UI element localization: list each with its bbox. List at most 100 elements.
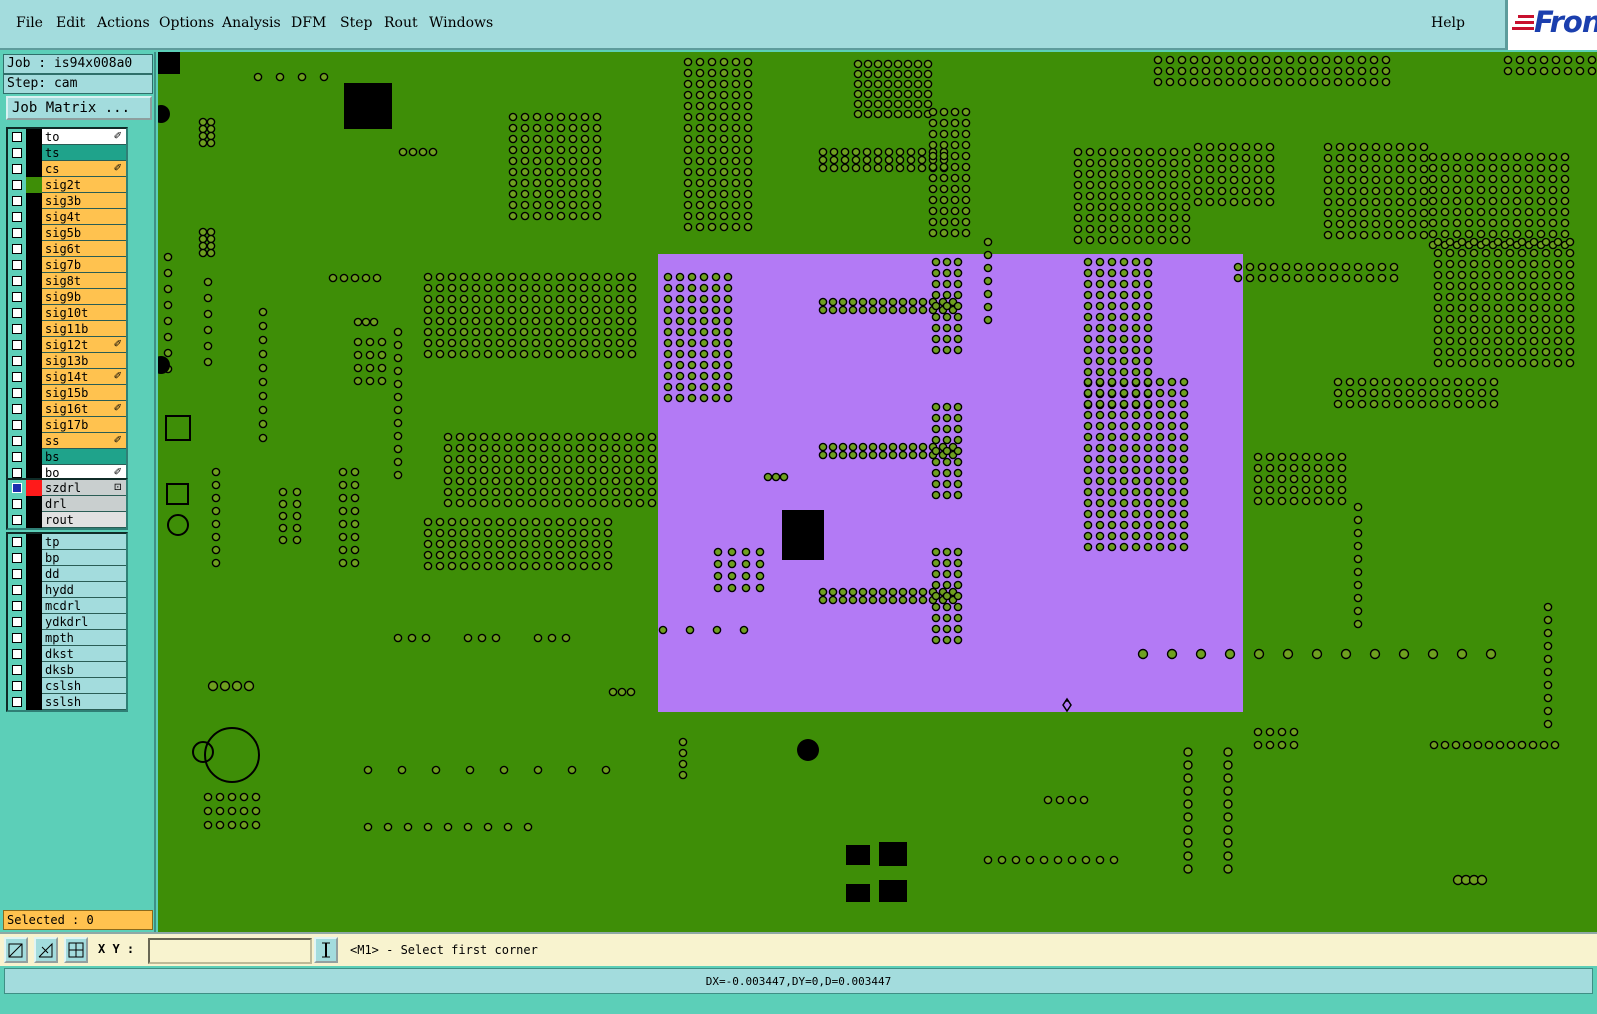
layer-checkbox[interactable]: [12, 388, 22, 398]
layer-color-swatch[interactable]: [26, 417, 42, 433]
layer-name[interactable]: dkst: [42, 646, 126, 662]
layer-row-dksb[interactable]: dksb: [8, 662, 126, 678]
layer-color-swatch[interactable]: [26, 257, 42, 273]
layer-color-swatch[interactable]: [26, 385, 42, 401]
layer-name[interactable]: ts: [42, 145, 126, 161]
layer-name[interactable]: bs: [42, 449, 126, 465]
layer-name[interactable]: rout: [42, 512, 126, 528]
layer-name[interactable]: dksb: [42, 662, 126, 678]
layer-color-swatch[interactable]: [26, 614, 42, 630]
layer-color-swatch[interactable]: [26, 337, 42, 353]
layer-color-swatch[interactable]: [26, 566, 42, 582]
layer-row-dkst[interactable]: dkst: [8, 646, 126, 662]
layer-name[interactable]: ydkdrl: [42, 614, 126, 630]
layer-name[interactable]: mpth: [42, 630, 126, 646]
graphics-canvas[interactable]: [158, 52, 1597, 932]
layer-color-swatch[interactable]: [26, 145, 42, 161]
layer-checkbox[interactable]: [12, 569, 22, 579]
layer-name[interactable]: sig5b: [42, 225, 126, 241]
layer-color-swatch[interactable]: [26, 225, 42, 241]
layer-color-swatch[interactable]: [26, 305, 42, 321]
layer-row-drl[interactable]: drl: [8, 496, 126, 512]
layer-checkbox[interactable]: [12, 537, 22, 547]
layer-row-bp[interactable]: bp: [8, 550, 126, 566]
layer-color-swatch[interactable]: [26, 480, 42, 496]
layer-name[interactable]: sig15b: [42, 385, 126, 401]
layer-color-swatch[interactable]: [26, 646, 42, 662]
layer-name[interactable]: drl: [42, 496, 126, 512]
layer-row-rout[interactable]: rout: [8, 512, 126, 528]
layer-color-swatch[interactable]: [26, 678, 42, 694]
layer-checkbox[interactable]: [12, 356, 22, 366]
layer-name[interactable]: sig13b: [42, 353, 126, 369]
layer-row-szdrl[interactable]: szdrl ⊡: [8, 480, 126, 496]
layer-row-sig6t[interactable]: sig6t: [8, 241, 126, 257]
layer-name[interactable]: mcdrl: [42, 598, 126, 614]
layer-name[interactable]: dd: [42, 566, 126, 582]
layer-row-cs[interactable]: cs ✐: [8, 161, 126, 177]
layer-checkbox[interactable]: [12, 308, 22, 318]
layer-checkbox[interactable]: [12, 340, 22, 350]
layer-checkbox[interactable]: [12, 324, 22, 334]
layer-color-swatch[interactable]: [26, 321, 42, 337]
layer-row-dd[interactable]: dd: [8, 566, 126, 582]
measure-button[interactable]: [34, 937, 58, 963]
layer-row-sslsh[interactable]: sslsh: [8, 694, 126, 710]
layer-color-swatch[interactable]: [26, 433, 42, 449]
layer-color-swatch[interactable]: [26, 694, 42, 710]
layer-color-swatch[interactable]: [26, 496, 42, 512]
text-cursor-button[interactable]: [314, 937, 338, 963]
layer-name[interactable]: sig8t: [42, 273, 126, 289]
layer-row-to[interactable]: to ✐: [8, 129, 126, 145]
layer-color-swatch[interactable]: [26, 241, 42, 257]
layer-checkbox[interactable]: [12, 292, 22, 302]
layer-name[interactable]: sig4t: [42, 209, 126, 225]
layer-row-sig10t[interactable]: sig10t: [8, 305, 126, 321]
layer-name[interactable]: sig3b: [42, 193, 126, 209]
layer-row-sig4t[interactable]: sig4t: [8, 209, 126, 225]
layer-checkbox[interactable]: [12, 585, 22, 595]
layer-row-sig8t[interactable]: sig8t: [8, 273, 126, 289]
layer-checkbox[interactable]: [12, 276, 22, 286]
menu-step[interactable]: Step: [340, 15, 372, 31]
layer-row-sig2t[interactable]: sig2t: [8, 177, 126, 193]
layer-name[interactable]: hydd: [42, 582, 126, 598]
layer-name[interactable]: sig17b: [42, 417, 126, 433]
layer-color-swatch[interactable]: [26, 662, 42, 678]
layer-checkbox[interactable]: [12, 180, 22, 190]
layer-name[interactable]: sig10t: [42, 305, 126, 321]
layer-row-sig13b[interactable]: sig13b: [8, 353, 126, 369]
layer-row-sig12t[interactable]: sig12t ✐: [8, 337, 126, 353]
xy-coordinate-input[interactable]: [148, 938, 312, 964]
menu-actions[interactable]: Actions: [97, 15, 150, 31]
layer-name[interactable]: sig11b: [42, 321, 126, 337]
layer-row-hydd[interactable]: hydd: [8, 582, 126, 598]
menu-analysis[interactable]: Analysis: [222, 15, 281, 31]
layer-row-ts[interactable]: ts: [8, 145, 126, 161]
layer-color-swatch[interactable]: [26, 129, 42, 145]
layer-color-swatch[interactable]: [26, 630, 42, 646]
layer-checkbox[interactable]: [12, 452, 22, 462]
layer-checkbox[interactable]: [12, 649, 22, 659]
layer-row-sig7b[interactable]: sig7b: [8, 257, 126, 273]
layer-name[interactable]: sslsh: [42, 694, 126, 710]
layer-row-mcdrl[interactable]: mcdrl: [8, 598, 126, 614]
layer-checkbox[interactable]: [12, 420, 22, 430]
zoom-window-button[interactable]: [4, 937, 28, 963]
layer-row-sig5b[interactable]: sig5b: [8, 225, 126, 241]
layer-color-swatch[interactable]: [26, 534, 42, 550]
layer-checkbox[interactable]: [12, 148, 22, 158]
layer-checkbox[interactable]: [12, 483, 22, 493]
layer-checkbox[interactable]: [12, 260, 22, 270]
layer-checkbox[interactable]: [12, 617, 22, 627]
layer-color-swatch[interactable]: [26, 177, 42, 193]
layer-checkbox[interactable]: [12, 553, 22, 563]
layer-checkbox[interactable]: [12, 164, 22, 174]
layer-checkbox[interactable]: [12, 697, 22, 707]
layer-name[interactable]: tp: [42, 534, 126, 550]
layer-color-swatch[interactable]: [26, 161, 42, 177]
layer-checkbox[interactable]: [12, 499, 22, 509]
layer-row-mpth[interactable]: mpth: [8, 630, 126, 646]
layer-checkbox[interactable]: [12, 633, 22, 643]
layer-checkbox[interactable]: [12, 372, 22, 382]
